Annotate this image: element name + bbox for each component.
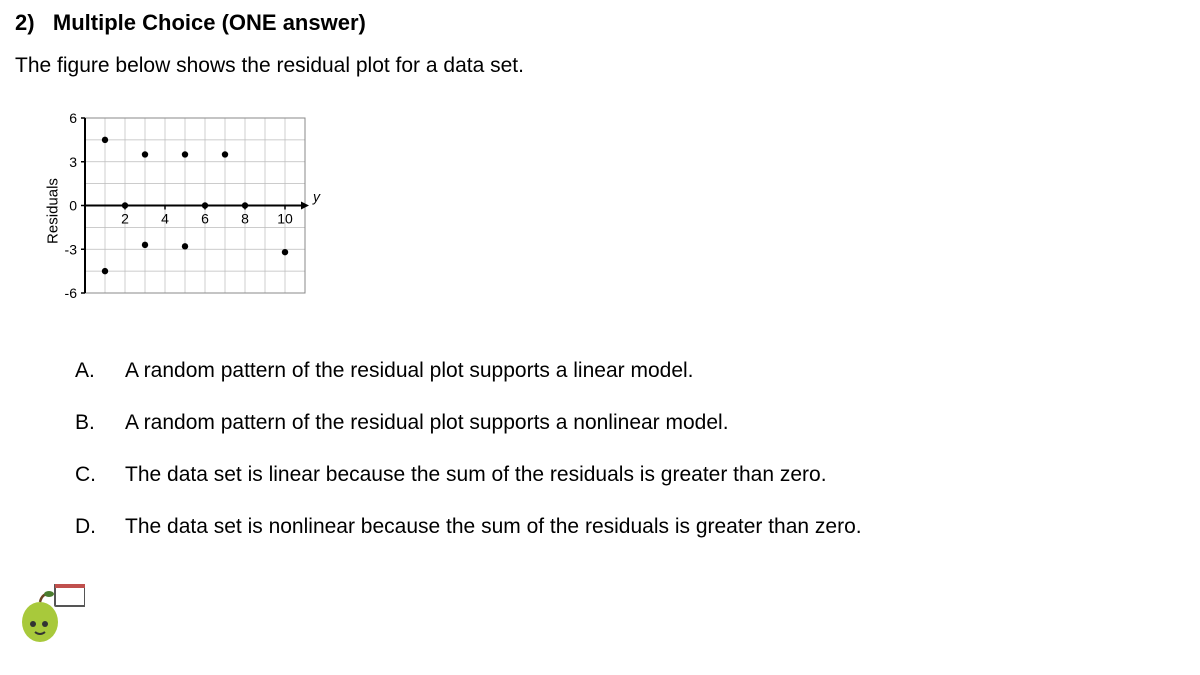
svg-text:-6: -6 [65,285,78,301]
question-stem: The figure below shows the residual plot… [15,54,1185,78]
option-letter: C. [75,463,125,487]
question-number: 2) [15,10,35,35]
svg-text:4: 4 [161,211,169,227]
option-text: A random pattern of the residual plot su… [125,359,694,383]
question-type: Multiple Choice (ONE answer) [53,10,366,35]
option-text: A random pattern of the residual plot su… [125,411,729,435]
option-letter: A. [75,359,125,383]
option-b[interactable]: B. A random pattern of the residual plot… [75,411,1185,435]
svg-text:6: 6 [69,110,77,126]
svg-text:0: 0 [69,198,77,214]
svg-text:10: 10 [277,211,293,227]
option-c[interactable]: C. The data set is linear because the su… [75,463,1185,487]
option-text: The data set is nonlinear because the su… [125,515,862,539]
answer-options: A. A random pattern of the residual plot… [75,359,1185,539]
svg-text:2: 2 [121,211,129,227]
svg-text:6: 6 [201,211,209,227]
option-d[interactable]: D. The data set is nonlinear because the… [75,515,1185,539]
svg-text:y: y [312,189,321,205]
option-letter: D. [75,515,125,539]
svg-text:-3: -3 [65,241,78,257]
option-a[interactable]: A. A random pattern of the residual plot… [75,359,1185,383]
svg-text:3: 3 [69,154,77,170]
option-text: The data set is linear because the sum o… [125,463,827,487]
question-header: 2) Multiple Choice (ONE answer) [15,10,1185,36]
residual-plot: Residuals y-6-3036246810 [50,108,330,314]
scatter-plot-svg: y -6 -3 0 3 6 2 4 6 8 10 [50,108,330,308]
mascot-icon [15,584,85,650]
svg-text:8: 8 [241,211,249,227]
option-letter: B. [75,411,125,435]
y-axis-label: Residuals [44,178,61,244]
